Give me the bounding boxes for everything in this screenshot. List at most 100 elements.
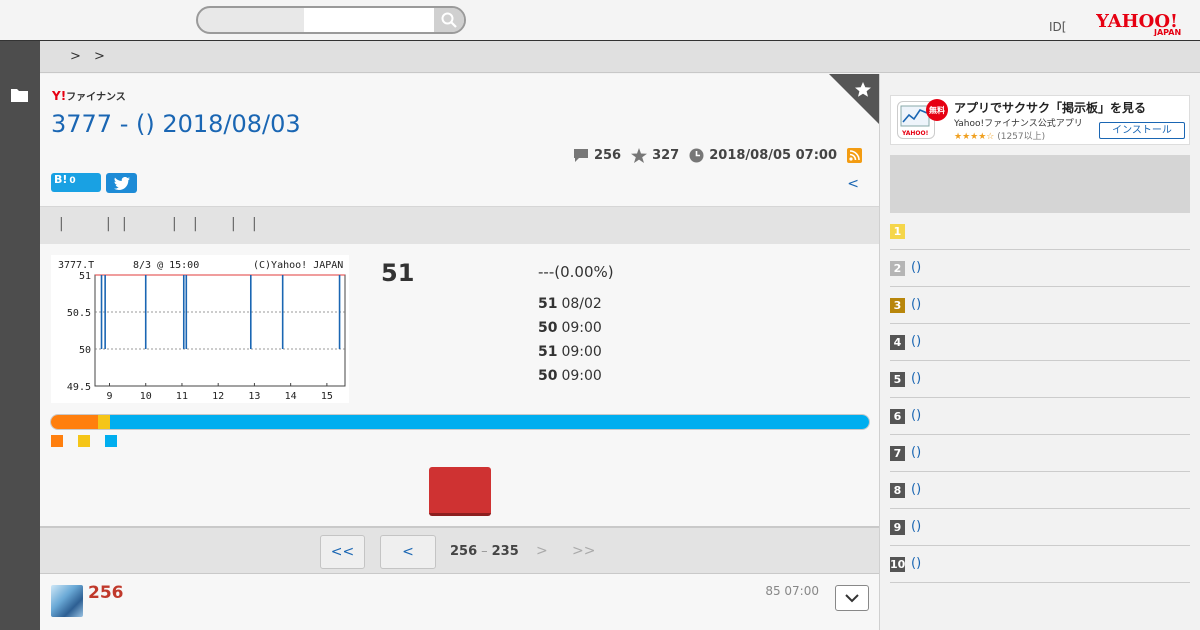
chart-x-tick-label: 10	[140, 391, 152, 402]
folder-icon[interactable]	[11, 88, 28, 102]
yahoo-finance-logo[interactable]: Y!ファイナンス	[52, 88, 126, 103]
comment-number[interactable]: 256	[88, 583, 124, 603]
tab-divider: |	[252, 216, 257, 232]
chart-x-tick-label: 14	[285, 391, 297, 402]
twitter-bird-icon	[113, 176, 130, 190]
hatena-bookmark-button[interactable]: B! 0	[51, 173, 101, 192]
search-box	[196, 6, 466, 34]
rank-number-badge: 7	[890, 446, 905, 461]
stat-row: 51 09:00	[538, 344, 602, 360]
ranking-item[interactable]: 8 ()	[890, 472, 1190, 509]
rank-label[interactable]: ()	[911, 482, 921, 497]
rss-link[interactable]	[847, 147, 867, 163]
rank-label[interactable]: ()	[911, 371, 921, 386]
comment-item: 256 85 07:00	[40, 575, 879, 630]
chart-y-tick-label: 50.5	[67, 308, 91, 319]
buy-segment	[109, 415, 869, 429]
search-input[interactable]	[304, 8, 434, 32]
last-page-button: >>	[572, 543, 596, 559]
legend-swatch-orange	[51, 435, 63, 447]
tab-bar: | | | | | | |	[40, 206, 879, 244]
post-meta: 256 327 2018/08/05 07:00	[563, 146, 867, 164]
chart-x-tick-label: 9	[106, 391, 112, 402]
tab-divider: |	[59, 216, 64, 232]
install-button[interactable]: インストール	[1099, 122, 1185, 139]
login-id-text[interactable]: ID[	[1049, 20, 1066, 34]
breadcrumb-separator: >	[94, 49, 105, 64]
chart-y-tick-label: 51	[79, 271, 91, 282]
rank-label[interactable]: ()	[911, 334, 921, 349]
stat-row: 50 09:00	[538, 368, 602, 384]
clock-icon	[689, 148, 704, 162]
chart-plot-area	[94, 274, 346, 387]
neutral-segment	[98, 415, 110, 429]
ranking-item[interactable]: 1	[890, 213, 1190, 250]
first-page-button[interactable]: <<	[320, 535, 365, 569]
next-page-button: >	[536, 543, 548, 559]
chart-ticker-label: 3777.T	[58, 260, 94, 271]
back-link[interactable]: <	[847, 176, 859, 192]
rss-icon	[847, 147, 862, 163]
comment-menu-button[interactable]	[835, 585, 869, 611]
breadcrumb: > >	[40, 41, 1200, 73]
ranking-item[interactable]: 9 ()	[890, 509, 1190, 546]
rank-label[interactable]: ()	[911, 260, 921, 275]
chart-credit: (C)Yahoo! JAPAN	[253, 260, 343, 271]
rank-label[interactable]: ()	[911, 556, 921, 571]
rank-number-badge: 4	[890, 335, 905, 350]
yahoo-japan-logo[interactable]: YAHOO! JAPAN	[1095, 10, 1188, 37]
comment-count: 256	[573, 148, 621, 163]
app-ad-banner[interactable]: YAHOO! 無料 アプリでサクサク「掲示板」を見る Yahoo!ファイナンス公…	[890, 95, 1190, 145]
twitter-share-button[interactable]	[106, 173, 137, 193]
ranking-item[interactable]: 4 ()	[890, 324, 1190, 361]
rank-number-badge: 8	[890, 483, 905, 498]
rank-number-badge: 5	[890, 372, 905, 387]
tab-divider: |	[106, 216, 111, 232]
price-change: ---(0.00%)	[538, 263, 614, 281]
sentiment-ratio-bar	[50, 414, 870, 430]
rank-number-badge: 3	[890, 298, 905, 313]
ad-placeholder	[890, 155, 1190, 213]
rank-label[interactable]: ()	[911, 408, 921, 423]
comment-time: 85 07:00	[765, 584, 819, 598]
rank-number-badge: 1	[890, 224, 905, 239]
ad-rating: ★★★★☆ (1257以上)	[954, 132, 1046, 142]
star-icon	[631, 147, 648, 163]
ranking-item[interactable]: 2 ()	[890, 250, 1190, 287]
chart-y-tick-label: 49.5	[67, 382, 91, 393]
rank-label[interactable]: ()	[911, 297, 921, 312]
ranking-item[interactable]: 10 ()	[890, 546, 1190, 583]
rank-label[interactable]: ()	[911, 445, 921, 460]
ranking-item[interactable]: 3 ()	[890, 287, 1190, 324]
ranking-item[interactable]: 7 ()	[890, 435, 1190, 472]
legend-swatch-blue	[105, 435, 117, 447]
main-content: Y!ファイナンス 3777 - () 2018/08/03 256 327 20…	[40, 74, 880, 630]
ranking-item[interactable]: 6 ()	[890, 398, 1190, 435]
intraday-chart: 3777.T 8/3 @ 15:00 (C)Yahoo! JAPAN 51 50.…	[51, 255, 349, 403]
comment-bubble-icon	[573, 148, 588, 162]
prev-page-button[interactable]: <	[380, 535, 436, 569]
ranking-item[interactable]: 5 ()	[890, 361, 1190, 398]
ad-title: アプリでサクサク「掲示板」を見る	[954, 101, 1147, 115]
free-badge: 無料	[926, 99, 948, 121]
page-title: 3777 - () 2018/08/03	[51, 110, 301, 138]
tab-divider: |	[231, 216, 236, 232]
star-count: 327	[631, 147, 679, 163]
search-icon	[441, 12, 457, 28]
rank-number-badge: 10	[890, 557, 906, 572]
chart-x-tick-label: 15	[321, 391, 333, 402]
rank-number-badge: 2	[890, 261, 905, 276]
timestamp: 2018/08/05 07:00	[689, 148, 837, 163]
search-button[interactable]	[434, 8, 464, 32]
sell-segment	[51, 415, 99, 429]
chart-x-tick-label: 13	[248, 391, 260, 402]
rank-label[interactable]: ()	[911, 519, 921, 534]
ad-subtitle: Yahoo!ファイナンス公式アプリ	[954, 119, 1083, 129]
post-comment-button[interactable]	[429, 467, 491, 516]
left-rail	[0, 41, 40, 630]
chart-date-label: 8/3 @ 15:00	[133, 260, 199, 271]
svg-text:JAPAN: JAPAN	[1153, 28, 1181, 36]
avatar[interactable]	[51, 585, 83, 617]
favorite-star-corner[interactable]	[829, 74, 879, 124]
stat-row: 51 08/02	[538, 296, 602, 312]
